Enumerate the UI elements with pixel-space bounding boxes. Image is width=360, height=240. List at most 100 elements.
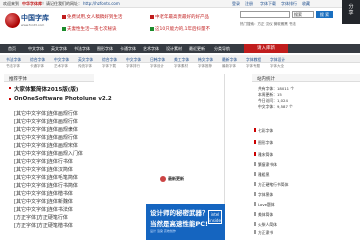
nav-item[interactable]: 图形字体	[97, 46, 113, 52]
nav-item[interactable]: 英文字体	[51, 46, 67, 52]
stats-heading: 站内统计	[257, 77, 275, 82]
sub-nav-item[interactable]: 最新字体	[222, 57, 237, 63]
search-button[interactable]: 搜 索	[316, 11, 333, 18]
rank-marker-icon	[254, 140, 256, 144]
tag-link[interactable]: 字体推荐	[198, 64, 212, 69]
font-list-item[interactable]: [其它中文字体]连体楷书体	[14, 190, 73, 197]
sub-nav-item[interactable]: 中文字体	[126, 57, 141, 63]
search-type-select[interactable]: 搜索	[292, 11, 314, 18]
ad-line-1: 设计师的秘密武器？	[150, 209, 209, 217]
font-list-item[interactable]: [其它中文字体]连体画规行体	[14, 134, 78, 141]
font-list-item[interactable]: [其它中文字体]连体毛笔简体	[14, 174, 78, 181]
site-url[interactable]: http://hzfonts.com	[83, 1, 120, 6]
tag-link[interactable]: 传统字体	[78, 64, 92, 69]
tag-link[interactable]: 字体设计	[150, 64, 164, 69]
site-logo[interactable]: 中国字库 www.font3.com	[5, 11, 53, 33]
tag-link[interactable]: 艺术字体	[54, 64, 68, 69]
featured-fonts-panel: 推荐字体 大家体繁简体2015版(版) OnOneSoftware Photol…	[4, 74, 112, 234]
red-tag-icon	[150, 14, 154, 19]
tag-link[interactable]: 最新字体	[222, 64, 236, 69]
slogan-text: ！请记住我们的网址：	[42, 1, 82, 6]
sub-nav-item[interactable]: 英文字体	[78, 57, 93, 63]
main-nav: 首页 中文字体 英文字体 书法字体 图形字体 卡通字体 艺术字体 设计素材 最近…	[0, 44, 360, 53]
promo-link[interactable]: 夫妻性生活一夜七次秘诀	[62, 26, 117, 32]
nav-item[interactable]: 卡通字体	[120, 46, 136, 52]
rank-marker-icon	[254, 172, 256, 176]
tag-link[interactable]: 字体下载	[102, 64, 116, 69]
ranking-item[interactable]: Love题体	[258, 202, 275, 208]
tag-link[interactable]: 书法字体	[6, 64, 20, 69]
font-list-item[interactable]: [方正字体]方正硬笔行体	[14, 214, 68, 221]
top-bar: 欢迎来到 中华字体库 ！请记住我们的网址： http://hzfonts.com…	[0, 0, 360, 8]
font-list-item[interactable]: [方正字体]方正硬笔楷书体	[14, 222, 73, 229]
font-list-item[interactable]: [其它中文字体]连体画规行体	[14, 110, 78, 117]
font-list-item[interactable]: [其它中文字体]连体画规隶体	[14, 126, 78, 133]
ranking-item[interactable]: 繁瘦隶书体	[258, 162, 277, 168]
nav-item[interactable]: 最近更新	[189, 46, 205, 52]
login-link[interactable]: 登录	[232, 1, 240, 7]
register-font-button[interactable]: 请入库新	[244, 44, 288, 53]
sub-nav-item[interactable]: 综合字体	[102, 57, 117, 63]
ad-line-3: 设计 渲染 高效创作	[150, 229, 176, 233]
brand-link[interactable]: 中华字体库	[22, 1, 42, 7]
ranking-item[interactable]: 火柴人简体	[258, 222, 277, 228]
ranking-item[interactable]: 美体简体	[258, 212, 273, 218]
green-tag-icon	[150, 26, 154, 31]
nav-item[interactable]: 艺术字体	[143, 46, 159, 52]
nav-item[interactable]: 设计素材	[166, 46, 182, 52]
rank-marker-icon	[254, 222, 256, 226]
promo-link[interactable]: 免费试用,女人稿稿好到生活	[62, 14, 122, 20]
nav-item[interactable]: 书法字体	[74, 46, 90, 52]
sub-nav-item[interactable]: 日韩字体	[150, 57, 165, 63]
font-list-item[interactable]: [其它中文字体]连体画规入门体	[14, 150, 83, 157]
stats-panel: 站内统计 共有字体：18011 个 本周更新：15 今日访问：1,024 中文字…	[252, 74, 360, 240]
rank-marker-icon	[254, 230, 256, 234]
sub-nav-item[interactable]: 韩文字体	[198, 57, 213, 63]
ranking-item[interactable]: 图形字体	[258, 140, 273, 146]
promo-link[interactable]: 中老年最高贵最好的好产品	[150, 14, 209, 20]
search-input[interactable]	[240, 11, 290, 18]
welcome-text: 欢迎来到	[3, 1, 19, 6]
sub-nav-item[interactable]: 字体设计	[270, 57, 285, 63]
sub-nav-item[interactable]: 书法字体	[6, 57, 21, 63]
font-list-item[interactable]: [其它中文字体]连体画规宋体	[14, 142, 78, 149]
font-list-item[interactable]: [其它中文字体]连体汉简体	[14, 166, 73, 173]
font-list-item[interactable]: [其它中文字体]连体书法体	[14, 206, 73, 213]
font-list-item[interactable]: [其它中文字体]连体画规行体	[14, 118, 78, 125]
ranking-item[interactable]: 字体黑体	[258, 192, 273, 198]
tag-link[interactable]: 字体大全	[270, 64, 284, 69]
ad-line-2: 当然是高速性能PC!	[150, 220, 208, 228]
nav-item[interactable]: 分类导航	[214, 46, 230, 52]
ranking-item[interactable]: 雅粗黑	[258, 172, 269, 178]
sub-nav-item[interactable]: 综合字体	[30, 57, 45, 63]
share-button[interactable]: 分 享	[342, 0, 360, 24]
bullet-icon	[9, 98, 11, 100]
ranking-item[interactable]: 方正硬笔行书简体	[258, 182, 288, 188]
intel-badge-icon: intel inside	[208, 210, 222, 224]
font-list-item[interactable]: [其它中文字体]连体行书体	[14, 158, 73, 165]
rank-marker-icon	[254, 212, 256, 216]
nav-item[interactable]: 中文字体	[28, 46, 44, 52]
tag-link[interactable]: 字体专题	[246, 64, 260, 69]
ranking-item[interactable]: 方正隶书	[258, 230, 273, 236]
intel-ad-banner[interactable]: 设计师的秘密武器？ 当然是高速性能PC! 设计 渲染 高效创作 intel in…	[146, 204, 225, 240]
font-download-link[interactable]: 字体下载	[260, 1, 276, 7]
sub-nav-item[interactable]: 中文字体	[54, 57, 69, 63]
sub-nav-item[interactable]: 美工字体	[174, 57, 189, 63]
font-ranking-link[interactable]: 字体排行	[281, 1, 297, 7]
headline-link[interactable]: OnOneSoftware Photolune v2.2	[14, 96, 112, 102]
font-list-item[interactable]: [其它中文字体]连体新魏体	[14, 198, 73, 205]
headline-link[interactable]: 大家体繁简体2015版(版)	[14, 85, 78, 93]
promo-link[interactable]: 这10只能力的,1年后抖量不	[150, 26, 210, 32]
tag-link[interactable]: 卡通字体	[30, 64, 44, 69]
stat-line: 中文字体：9,587 个	[258, 104, 293, 109]
tag-link[interactable]: 字体排行	[126, 64, 140, 69]
nav-item[interactable]: 首页	[8, 46, 16, 52]
ranking-item[interactable]: 七彩字体	[258, 128, 273, 134]
sub-nav-item[interactable]: 字体教程	[246, 57, 261, 63]
font-list-item[interactable]: [其它中文字体]连体行书简体	[14, 182, 78, 189]
register-link[interactable]: 注册	[245, 1, 253, 7]
tag-link[interactable]: 字体素材	[174, 64, 188, 69]
favorite-link[interactable]: 收藏	[302, 1, 310, 7]
ranking-item[interactable]: 雅宋简体	[258, 152, 273, 158]
